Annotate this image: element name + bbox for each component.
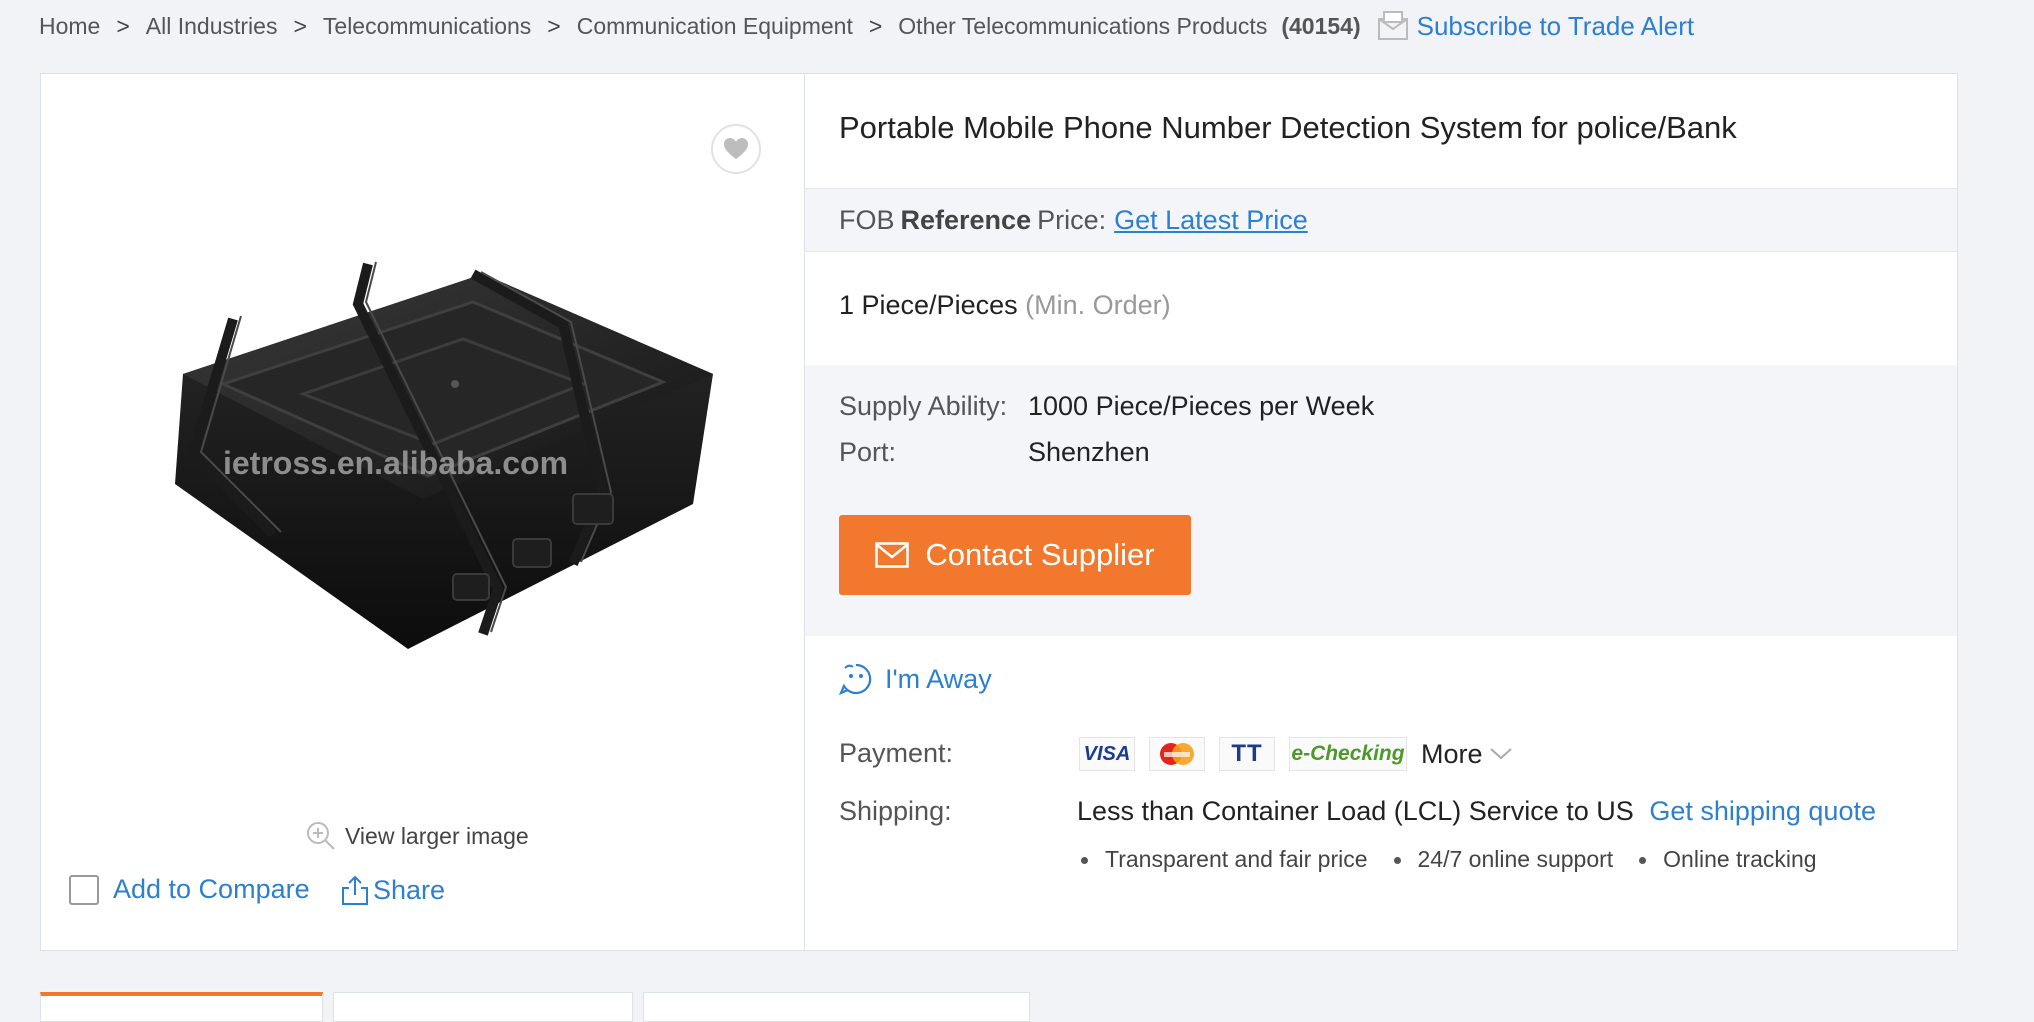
port-label: Port: xyxy=(839,437,897,467)
breadcrumb-separator: > xyxy=(868,12,883,39)
telegraphic-transfer-icon: TT xyxy=(1219,737,1275,771)
supply-ability-value: 1000 Piece/Pieces per Week xyxy=(1028,391,1375,421)
breadcrumb-home[interactable]: Home xyxy=(39,13,100,40)
contact-supplier-button[interactable]: Contact Supplier xyxy=(839,515,1191,595)
payment-more-label: More xyxy=(1421,738,1483,769)
breadcrumb-other-telecom-products[interactable]: Other Telecommunications Products xyxy=(898,13,1267,40)
shipping-value: Less than Container Load (LCL) Service t… xyxy=(1077,796,1634,826)
breadcrumb: Home > All Industries > Telecommunicatio… xyxy=(39,0,1694,52)
tab-transaction-history[interactable] xyxy=(643,992,1030,1022)
supply-ability-label: Supply Ability: xyxy=(839,391,1008,421)
breadcrumb-telecommunications[interactable]: Telecommunications xyxy=(323,13,531,40)
shipping-feature-item: 24/7 online support xyxy=(1392,846,1613,873)
chat-face-icon xyxy=(839,663,872,696)
subscribe-trade-alert-label: Subscribe to Trade Alert xyxy=(1416,10,1695,41)
envelope-icon xyxy=(1377,11,1408,40)
mail-icon xyxy=(875,542,910,568)
min-order-value: 1 Piece/Pieces xyxy=(839,290,1018,320)
shipping-label: Shipping: xyxy=(839,796,952,826)
zoom-in-icon xyxy=(307,822,335,850)
view-larger-image-link[interactable]: View larger image xyxy=(305,820,529,852)
compare-checkbox[interactable] xyxy=(69,874,99,905)
view-larger-image-label: View larger image xyxy=(345,822,529,849)
price-prefix: FOB xyxy=(839,204,895,235)
get-shipping-quote-link[interactable]: Get shipping quote xyxy=(1649,796,1876,826)
product-details: Portable Mobile Phone Number Detection S… xyxy=(805,74,1957,950)
watermark-text: ietross.en.alibaba.com xyxy=(223,445,568,481)
port-value: Shenzhen xyxy=(1028,437,1150,467)
supplier-away-status[interactable]: I'm Away xyxy=(839,662,992,696)
breadcrumb-all-industries[interactable]: All Industries xyxy=(146,13,278,40)
tab-product-details[interactable] xyxy=(40,992,323,1022)
contact-supplier-label: Contact Supplier xyxy=(925,537,1155,572)
product-card: ietross.en.alibaba.com View larger image… xyxy=(40,73,1958,951)
payment-label: Payment: xyxy=(839,738,954,768)
breadcrumb-separator: > xyxy=(116,12,130,39)
visa-icon: VISA xyxy=(1079,737,1135,771)
add-to-compare[interactable]: Add to Compare xyxy=(69,874,310,905)
payment-methods: VISA TT e-Checking More xyxy=(1079,737,1513,771)
add-to-compare-label: Add to Compare xyxy=(113,874,310,904)
shipping-feature-item: Online tracking xyxy=(1637,846,1817,873)
payment-more-dropdown[interactable]: More xyxy=(1421,739,1513,770)
heart-icon xyxy=(724,138,748,159)
product-count: (40154) xyxy=(1281,12,1361,39)
supply-section: Supply Ability: 1000 Piece/Pieces per We… xyxy=(805,365,1957,636)
favorite-button[interactable] xyxy=(711,124,761,174)
shipping-info: Less than Container Load (LCL) Service t… xyxy=(1077,796,1876,827)
price-reference: Reference xyxy=(900,204,1032,235)
product-title: Portable Mobile Phone Number Detection S… xyxy=(839,110,1737,145)
away-status-label: I'm Away xyxy=(885,663,992,694)
get-latest-price-link[interactable]: Get Latest Price xyxy=(1114,205,1308,236)
e-checking-icon: e-Checking xyxy=(1289,737,1407,771)
mastercard-icon xyxy=(1149,737,1205,771)
min-order-note: (Min. Order) xyxy=(1025,290,1171,320)
price-band: FOB Reference Price: Get Latest Price xyxy=(805,188,1957,252)
price-suffix: Price: xyxy=(1037,204,1107,235)
min-order: 1 Piece/Pieces (Min. Order) xyxy=(839,290,1171,321)
product-image[interactable]: ietross.en.alibaba.com xyxy=(153,244,733,684)
shipping-feature-item: Transparent and fair price xyxy=(1079,846,1368,873)
share-label: Share xyxy=(373,874,446,905)
shipping-features: Transparent and fair price 24/7 online s… xyxy=(1079,846,1841,873)
chevron-down-icon xyxy=(1489,748,1512,760)
share-button[interactable]: Share xyxy=(339,874,445,906)
breadcrumb-communication-equipment[interactable]: Communication Equipment xyxy=(577,13,853,40)
product-gallery: ietross.en.alibaba.com View larger image… xyxy=(41,74,805,950)
breadcrumb-separator: > xyxy=(547,12,561,39)
breadcrumb-separator: > xyxy=(293,12,307,39)
share-icon xyxy=(342,875,368,905)
subscribe-trade-alert-link[interactable]: Subscribe to Trade Alert xyxy=(1377,11,1694,42)
tab-company-profile[interactable] xyxy=(333,992,633,1022)
